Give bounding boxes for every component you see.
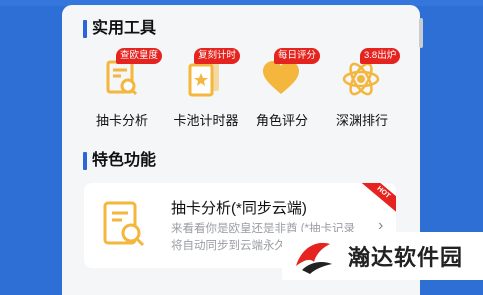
report-search-icon <box>103 201 145 247</box>
tool-label: 卡池计时器 <box>173 113 239 128</box>
tool-label: 深渊排行 <box>335 113 388 128</box>
tool-character-score[interactable]: 每日评分 角色评分 <box>242 44 322 134</box>
scrollbar[interactable] <box>419 18 423 48</box>
feature-title: 抽卡分析(*同步云端) <box>171 200 307 217</box>
tool-label: 抽卡分析 <box>95 113 148 128</box>
tool-badge: 每日评分 <box>274 48 321 64</box>
tool-badge: 查欧皇度 <box>116 48 163 64</box>
tool-badge: 复刻计时 <box>194 48 241 64</box>
tool-label: 角色评分 <box>255 113 308 128</box>
section-title-text: 特色功能 <box>92 152 157 169</box>
section-title-tools: 实用工具 <box>83 19 156 39</box>
watermark: 瀚达软件园 <box>282 232 483 280</box>
section-title-features: 特色功能 <box>83 151 156 171</box>
tool-badge: 3.8出炉 <box>360 48 401 64</box>
section-accent-bar <box>83 20 87 38</box>
tool-pool-timer[interactable]: 复刻计时 卡池计时器 <box>166 44 246 134</box>
section-accent-bar <box>83 152 87 170</box>
section-title-text: 实用工具 <box>92 20 157 37</box>
watermark-logo-icon <box>296 242 332 274</box>
hot-tag: HOT <box>358 183 396 215</box>
watermark-text: 瀚达软件园 <box>348 245 464 270</box>
tool-draw-analysis[interactable]: 查欧皇度 抽卡分析 <box>82 44 163 134</box>
tools-grid: 查欧皇度 抽卡分析 复刻计时 卡池计时器 每日评分 角色评分 3.8出炉 深渊排… <box>82 44 402 134</box>
tool-abyss-ranking[interactable]: 3.8出炉 深渊排行 <box>322 44 402 134</box>
